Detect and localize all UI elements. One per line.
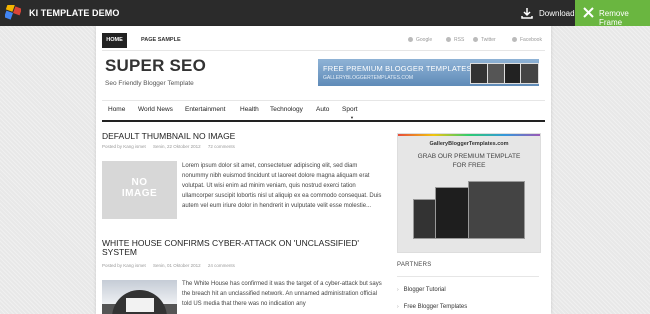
post-comments-link[interactable]: 24 comments: [208, 263, 235, 268]
rss-icon: [446, 37, 451, 42]
menu-technology[interactable]: Technology: [270, 106, 303, 113]
top-navigation: HOME PAGE SAMPLE Google RSS Twitter Face…: [102, 33, 545, 51]
post-excerpt: The White House has confirmed it was the…: [182, 281, 382, 307]
post-date: Senin, 01 Oktober 2012: [153, 263, 201, 268]
partner-link[interactable]: › Blogger Tutorial: [397, 287, 446, 293]
chevron-right-icon: ›: [397, 304, 399, 310]
social-google[interactable]: Google: [408, 37, 432, 43]
sidebar-ad[interactable]: GalleryBloggerTemplates.com GRAB OUR PRE…: [397, 133, 541, 253]
ad-headline: GRAB OUR PREMIUM TEMPLATE: [417, 153, 521, 160]
page-frame: HOME PAGE SAMPLE Google RSS Twitter Face…: [96, 26, 551, 314]
ad-site-name: GalleryBloggerTemplates.com: [429, 141, 509, 147]
menu-auto[interactable]: Auto: [316, 106, 329, 113]
post-author: Posted by Kang ismet: [102, 144, 146, 149]
brand-name: KI TEMPLATE DEMO: [29, 8, 120, 18]
menu-sport[interactable]: Sport: [342, 106, 358, 113]
post-date: Senin, 22 Oktober 2012: [153, 144, 201, 149]
post-excerpt: Lorem ipsum dolor sit amet, consectetuer…: [182, 163, 382, 209]
header-banner-ad[interactable]: FREE PREMIUM BLOGGER TEMPLATES GALLERYBL…: [318, 59, 539, 86]
no-image-placeholder: NO IMAGE: [121, 177, 158, 199]
partners-heading: PARTNERS: [397, 262, 432, 268]
post-title[interactable]: WHITE HOUSE CONFIRMS CYBER-ATTACK ON 'UN…: [102, 239, 382, 257]
menu-entertainment[interactable]: Entertainment: [185, 106, 225, 113]
post-thumbnail[interactable]: [102, 280, 177, 314]
google-icon: [408, 37, 413, 42]
post-meta: Posted by Kang ismet Senin, 22 Oktober 2…: [102, 144, 241, 149]
partner-link[interactable]: › Free Blogger Templates: [397, 304, 467, 310]
download-label: Download: [539, 9, 575, 18]
demo-topbar: KI TEMPLATE DEMO Download Remove Frame: [0, 0, 650, 27]
post-comments-link[interactable]: 72 comments: [208, 144, 235, 149]
social-rss[interactable]: RSS: [446, 37, 464, 43]
social-facebook[interactable]: Facebook: [512, 37, 542, 43]
dropdown-arrow-icon: ▼: [350, 115, 354, 120]
post-thumbnail[interactable]: NO IMAGE: [102, 161, 177, 219]
ad-subline: FOR FREE: [452, 162, 486, 169]
remove-frame-button[interactable]: Remove Frame: [575, 0, 650, 27]
download-button[interactable]: Download: [515, 0, 575, 26]
main-menu: Home World News Entertainment Health Tec…: [102, 100, 545, 122]
facebook-icon: [512, 37, 517, 42]
menu-health[interactable]: Health: [240, 106, 259, 113]
divider: [397, 276, 539, 277]
close-icon: [583, 7, 594, 18]
download-icon: [521, 8, 533, 19]
ad-screenshots: [413, 179, 528, 239]
site-description: Seo Friendly Blogger Template: [105, 80, 194, 87]
banner-url: GALLERYBLOGGERTEMPLATES.COM: [323, 75, 414, 81]
banner-screenshots: [468, 61, 539, 84]
banner-headline: FREE PREMIUM BLOGGER TEMPLATES: [323, 64, 472, 73]
post-author: Posted by Kang ismet: [102, 263, 146, 268]
chevron-right-icon: ›: [397, 287, 399, 293]
site-title[interactable]: SUPER SEO: [105, 56, 206, 76]
topnav-page-sample[interactable]: PAGE SAMPLE: [141, 33, 181, 48]
post-meta: Posted by Kang ismet Senin, 01 Oktober 2…: [102, 263, 241, 268]
post-title[interactable]: DEFAULT THUMBNAIL NO IMAGE: [102, 132, 382, 141]
logo-icon: [5, 5, 21, 20]
menu-world-news[interactable]: World News: [138, 106, 173, 113]
twitter-icon: [473, 37, 478, 42]
menu-home[interactable]: Home: [108, 106, 125, 113]
remove-frame-label: Remove Frame: [599, 9, 629, 27]
topnav-home[interactable]: HOME: [102, 33, 127, 48]
social-twitter[interactable]: Twitter: [473, 37, 496, 43]
